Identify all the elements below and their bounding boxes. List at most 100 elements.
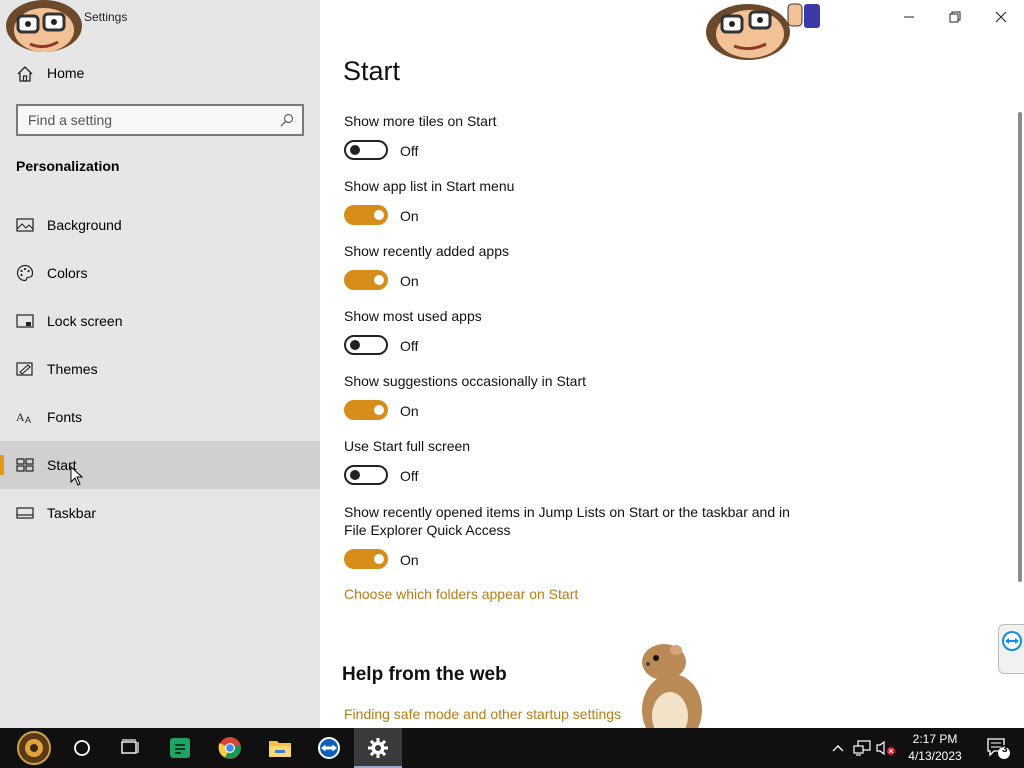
clock-time: 2:17 PM <box>912 732 958 746</box>
teamviewer-icon <box>318 737 340 759</box>
sidebar-item-themes[interactable]: Themes <box>0 345 320 393</box>
sidebar-item-start[interactable]: Start <box>0 441 320 489</box>
sidebar-item-label: Lock screen <box>47 313 123 329</box>
cartoon-avatar-overlay <box>706 3 820 60</box>
network-tray-button[interactable] <box>850 728 874 768</box>
help-section-title: Help from the web <box>342 664 507 685</box>
teamviewer-taskbar-button[interactable] <box>305 728 353 768</box>
sidebar-item-label: Themes <box>47 361 98 377</box>
toggle-switch[interactable] <box>344 400 388 420</box>
notification-count-badge: 3 <box>1002 744 1008 755</box>
start-tiles-icon <box>16 458 34 472</box>
settings-gear-icon <box>368 738 388 758</box>
chevron-up-icon <box>832 745 844 752</box>
section-title: Personalization <box>16 158 120 174</box>
toggle-switch[interactable] <box>344 270 388 290</box>
setting-label: Use Start full screen <box>344 438 471 454</box>
sidebar-item-label: Taskbar <box>47 505 97 521</box>
fonts-icon: A A <box>16 410 31 425</box>
sidebar-item-lock-screen[interactable]: Lock screen <box>0 297 320 345</box>
setting-show-more-tiles: Show more tiles on Start Off <box>344 112 804 162</box>
page-title: Start <box>343 56 401 86</box>
close-icon <box>995 11 1007 23</box>
toggle-switch[interactable] <box>344 140 388 160</box>
selection-indicator <box>0 455 4 475</box>
file-explorer-taskbar-button[interactable] <box>256 728 304 768</box>
themes-icon <box>16 362 33 376</box>
settings-main-pane: Start Show more tiles on Start Off Show … <box>320 0 1024 728</box>
scrollbar[interactable] <box>1018 112 1022 582</box>
taskbar: 2:17 PM 4/13/2023 3 <box>0 728 1024 768</box>
setting-suggestions: Show suggestions occasionally in Start O… <box>344 372 804 422</box>
restore-button[interactable] <box>932 4 978 30</box>
toggle-state-label: On <box>400 208 419 224</box>
toggle-state-label: Off <box>400 338 419 354</box>
taskbar-icon <box>16 507 34 519</box>
sidebar-item-background[interactable]: Background <box>0 201 320 249</box>
toggle-switch[interactable] <box>344 549 388 569</box>
toggle-switch[interactable] <box>344 335 388 355</box>
toggle-switch[interactable] <box>344 205 388 225</box>
setting-full-screen: Use Start full screen Off <box>344 437 804 487</box>
home-nav-item[interactable]: Home <box>0 56 320 90</box>
task-view-button[interactable] <box>106 728 154 768</box>
volume-muted-icon <box>876 740 895 756</box>
palette-icon <box>16 264 34 282</box>
close-button[interactable] <box>978 4 1024 30</box>
minimize-icon <box>904 16 914 18</box>
lock-screen-icon <box>16 314 34 328</box>
toggle-state-label: Off <box>400 143 419 159</box>
volume-tray-button[interactable] <box>874 728 898 768</box>
search-taskbar-button[interactable] <box>58 728 106 768</box>
toggle-state-label: Off <box>400 468 419 484</box>
teamviewer-icon <box>1002 631 1022 651</box>
show-hidden-icons-button[interactable] <box>828 728 848 768</box>
settings-taskbar-button[interactable] <box>354 728 402 768</box>
sidebar-item-label: Background <box>47 217 122 233</box>
chrome-icon <box>218 737 241 759</box>
clock-date: 4/13/2023 <box>908 749 962 763</box>
setting-jump-lists: Show recently opened items in Jump Lists… <box>344 503 804 571</box>
sheets-icon <box>170 738 190 758</box>
network-icon <box>853 740 871 756</box>
setting-label: Show most used apps <box>344 308 482 324</box>
setting-recently-added-apps: Show recently added apps On <box>344 242 804 292</box>
action-center-button[interactable]: 3 <box>978 728 1018 768</box>
task-view-icon <box>121 739 139 754</box>
find-setting-search[interactable]: Find a setting <box>16 104 304 136</box>
sidebar-item-taskbar[interactable]: Taskbar <box>0 489 320 537</box>
sidebar-item-colors[interactable]: Colors <box>0 249 320 297</box>
mouse-cursor-icon <box>70 466 84 486</box>
choose-folders-link[interactable]: Choose which folders appear on Start <box>344 586 578 602</box>
teamviewer-panel-tab[interactable] <box>998 624 1024 674</box>
toggle-state-label: On <box>400 403 419 419</box>
toggle-switch[interactable] <box>344 465 388 485</box>
home-label: Home <box>47 65 85 81</box>
search-placeholder: Find a setting <box>28 112 113 128</box>
sidebar-item-label: Colors <box>47 265 88 281</box>
svg-text:A: A <box>16 410 25 424</box>
cartoon-avatar-overlay <box>6 0 82 52</box>
safe-mode-help-link[interactable]: Finding safe mode and other startup sett… <box>344 706 621 722</box>
start-button[interactable] <box>10 728 58 768</box>
restore-icon <box>949 11 961 23</box>
sheets-taskbar-button[interactable] <box>156 728 204 768</box>
toggle-state-label: On <box>400 552 419 568</box>
svg-text:A: A <box>25 415 31 425</box>
setting-most-used-apps: Show most used apps Off <box>344 307 804 357</box>
toggle-state-label: On <box>400 273 419 289</box>
sidebar-item-label: Fonts <box>47 409 83 425</box>
start-orb-icon <box>17 731 51 765</box>
system-clock[interactable]: 2:17 PM 4/13/2023 <box>896 731 974 765</box>
search-icon[interactable] <box>280 113 294 127</box>
picture-icon <box>16 218 34 232</box>
setting-show-app-list: Show app list in Start menu On <box>344 177 804 227</box>
setting-label: Show app list in Start menu <box>344 178 515 194</box>
chrome-taskbar-button[interactable] <box>206 728 254 768</box>
setting-label: Show more tiles on Start <box>344 113 497 129</box>
search-circle-icon <box>74 740 90 756</box>
file-explorer-icon <box>269 741 291 757</box>
minimize-button[interactable] <box>886 4 932 30</box>
sidebar-item-fonts[interactable]: A A Fonts <box>0 393 320 441</box>
home-icon <box>17 66 33 82</box>
